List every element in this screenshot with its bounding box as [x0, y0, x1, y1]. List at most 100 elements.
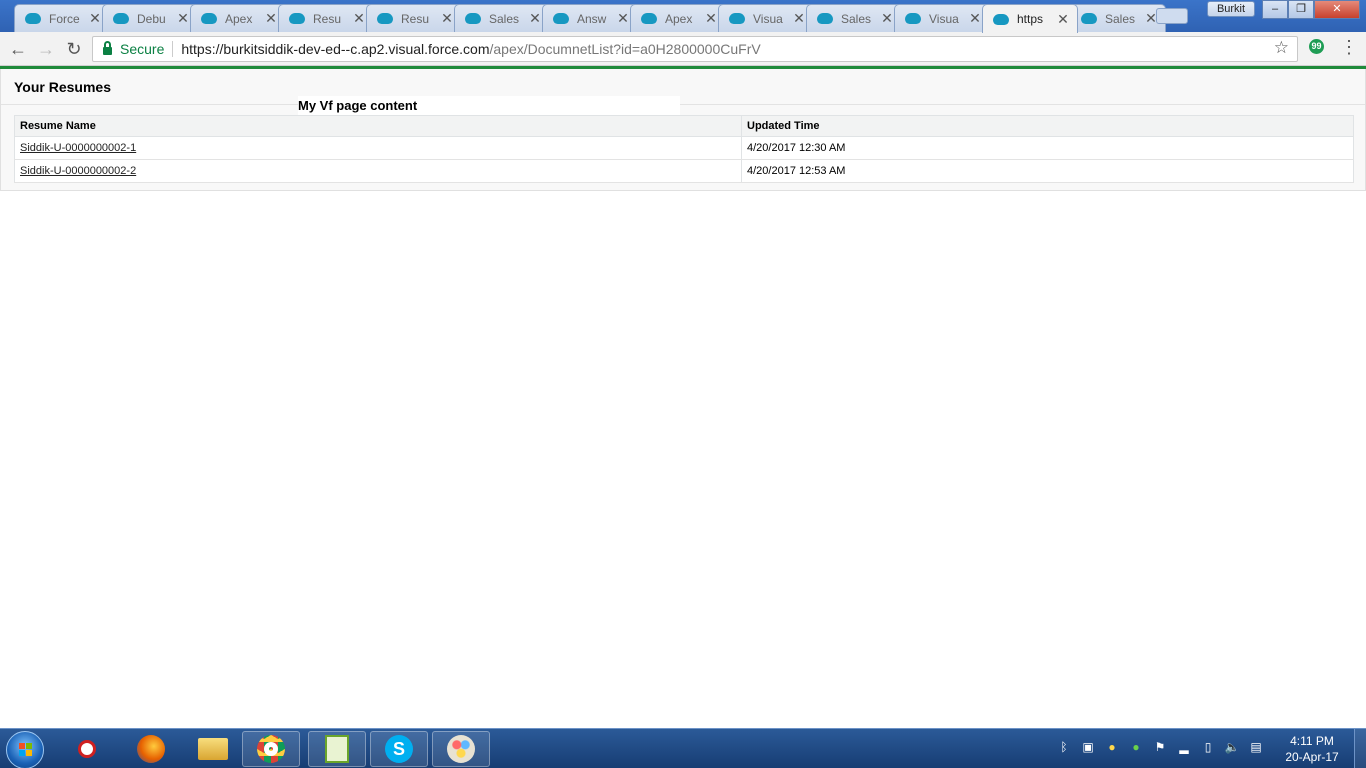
- notepad-icon: [325, 735, 349, 763]
- salesforce-cloud-icon: [377, 13, 393, 24]
- signal-strength-icon[interactable]: ▂: [1176, 739, 1192, 755]
- close-window-icon[interactable]: ✕: [1314, 0, 1360, 19]
- network-app-icon[interactable]: ▣: [1080, 739, 1096, 755]
- browser-tab[interactable]: Visua ✕: [718, 4, 814, 32]
- bluetooth-icon[interactable]: ᛒ: [1056, 739, 1072, 755]
- column-header-updated-time[interactable]: Updated Time: [741, 115, 1354, 137]
- reload-icon[interactable]: ↻: [63, 38, 85, 60]
- salesforce-cloud-icon: [465, 13, 481, 24]
- url-path: /apex/DocumnetList?id=a0H2800000CuFrV: [489, 41, 761, 57]
- close-tab-icon[interactable]: ✕: [527, 10, 543, 27]
- close-tab-icon[interactable]: ✕: [703, 10, 719, 27]
- folder-icon: [198, 738, 228, 760]
- browser-tab[interactable]: Resu ✕: [278, 4, 374, 32]
- tab-title: Answ: [577, 11, 607, 26]
- minimize-icon[interactable]: –: [1262, 0, 1288, 19]
- browser-tab[interactable]: Apex ✕: [190, 4, 286, 32]
- taskbar-app-skype[interactable]: S: [370, 731, 428, 767]
- salesforce-cloud-icon: [201, 13, 217, 24]
- volume-icon[interactable]: 🔈: [1224, 739, 1240, 755]
- record-icon: [78, 740, 96, 758]
- close-tab-icon[interactable]: ✕: [263, 10, 279, 27]
- browser-tab[interactable]: Sales ✕: [806, 4, 902, 32]
- network-icon[interactable]: ▤: [1248, 739, 1264, 755]
- tab-title: Resu: [401, 11, 430, 26]
- bookmark-star-icon[interactable]: ☆: [1274, 38, 1289, 58]
- salesforce-cloud-icon: [289, 13, 305, 24]
- system-tray: ᛒ ▣ ● ● ⚑ ▂ ▯ 🔈 ▤: [1056, 739, 1264, 755]
- tray-app-icon[interactable]: ●: [1104, 739, 1120, 755]
- tab-title: Debu: [137, 11, 166, 26]
- updated-time-cell: 4/20/2017 12:53 AM: [741, 159, 1354, 183]
- vf-content-text: My Vf page content: [298, 98, 418, 113]
- secure-label: Secure: [120, 41, 165, 57]
- taskbar-app-paint[interactable]: [432, 731, 490, 767]
- resume-link[interactable]: Siddik-U-0000000002-1: [20, 142, 136, 154]
- paint-palette-icon: [447, 735, 475, 763]
- taskbar-app-explorer[interactable]: [184, 731, 242, 767]
- start-button[interactable]: [6, 731, 44, 768]
- close-tab-icon[interactable]: ✕: [439, 10, 455, 27]
- browser-tab[interactable]: Resu ✕: [366, 4, 462, 32]
- taskbar-app-firefox[interactable]: [122, 731, 180, 767]
- resume-name-cell: Siddik-U-0000000002-1: [14, 136, 742, 160]
- browser-tab[interactable]: Sales ✕: [1070, 4, 1166, 32]
- forward-arrow-icon[interactable]: →: [35, 38, 57, 60]
- taskbar-app-notepad[interactable]: [308, 731, 366, 767]
- close-tab-icon[interactable]: ✕: [791, 10, 807, 27]
- browser-tab[interactable]: Debu ✕: [102, 4, 198, 32]
- chrome-icon: [257, 735, 285, 763]
- tray-app-icon[interactable]: ●: [1128, 739, 1144, 755]
- resume-link[interactable]: Siddik-U-0000000002-2: [20, 165, 136, 177]
- tab-title: Apex: [665, 11, 693, 26]
- tab-title: Visua: [929, 11, 959, 26]
- page-block: Your Resumes My Vf page content Resume N…: [0, 69, 1366, 191]
- close-tab-icon[interactable]: ✕: [87, 10, 103, 27]
- close-tab-icon[interactable]: ✕: [1055, 11, 1071, 28]
- new-tab-button[interactable]: [1156, 8, 1188, 24]
- tab-title: Resu: [313, 11, 342, 26]
- table-header-row: Resume Name Updated Time: [14, 115, 1354, 137]
- address-bar[interactable]: Secure https://burkitsiddik-dev-ed--c.ap…: [92, 36, 1298, 62]
- taskbar-app-recorder[interactable]: [58, 731, 116, 767]
- salesforce-cloud-icon: [641, 13, 657, 24]
- close-tab-icon[interactable]: ✕: [967, 10, 983, 27]
- close-tab-icon[interactable]: ✕: [175, 10, 191, 27]
- browser-menu-icon[interactable]: ⋮: [1340, 37, 1358, 58]
- windows-taskbar: S ᛒ ▣ ● ● ⚑ ▂ ▯ 🔈 ▤ 4:11 PM 20-Apr-17: [0, 728, 1366, 768]
- usb-device-icon[interactable]: ▯: [1200, 739, 1216, 755]
- firefox-icon: [137, 735, 165, 763]
- browser-tab[interactable]: Sales ✕: [454, 4, 550, 32]
- extension-icon[interactable]: 99: [1309, 39, 1324, 54]
- browser-toolbar: ← → ↻ Secure https://burkitsiddik-dev-ed…: [0, 32, 1366, 66]
- tab-title: Sales: [489, 11, 520, 26]
- salesforce-cloud-icon: [113, 13, 129, 24]
- column-header-resume-name[interactable]: Resume Name: [14, 115, 742, 137]
- tab-title: Apex: [225, 11, 253, 26]
- browser-tab[interactable]: Visua ✕: [894, 4, 990, 32]
- close-tab-icon[interactable]: ✕: [879, 10, 895, 27]
- browser-tab[interactable]: Force ✕: [14, 4, 110, 32]
- browser-tab-active[interactable]: https ✕: [982, 4, 1078, 33]
- url-host: https://burkitsiddik-dev-ed--c.ap2.visua…: [181, 41, 490, 57]
- browser-tab[interactable]: Apex ✕: [630, 4, 726, 32]
- close-tab-icon[interactable]: ✕: [351, 10, 367, 27]
- back-arrow-icon[interactable]: ←: [7, 38, 29, 60]
- lock-icon: [103, 40, 112, 55]
- restore-icon[interactable]: ❐: [1288, 0, 1314, 19]
- tab-title: Sales: [841, 11, 872, 26]
- taskbar-app-chrome[interactable]: [242, 731, 300, 767]
- taskbar-clock[interactable]: 4:11 PM 20-Apr-17: [1278, 733, 1346, 765]
- tab-title: https: [1017, 12, 1044, 26]
- table-row: Siddik-U-0000000002-2 4/20/2017 12:53 AM: [14, 159, 1354, 183]
- tab-title: Sales: [1105, 11, 1136, 26]
- show-desktop-button[interactable]: [1354, 729, 1366, 768]
- resumes-table: Resume Name Updated Time Siddik-U-000000…: [14, 115, 1354, 183]
- salesforce-cloud-icon: [553, 13, 569, 24]
- action-center-flag-icon[interactable]: ⚑: [1152, 739, 1168, 755]
- browser-tab[interactable]: Answ ✕: [542, 4, 638, 32]
- profile-button[interactable]: Burkit: [1207, 1, 1255, 17]
- divider: [172, 41, 174, 57]
- tab-title: Visua: [753, 11, 783, 26]
- close-tab-icon[interactable]: ✕: [615, 10, 631, 27]
